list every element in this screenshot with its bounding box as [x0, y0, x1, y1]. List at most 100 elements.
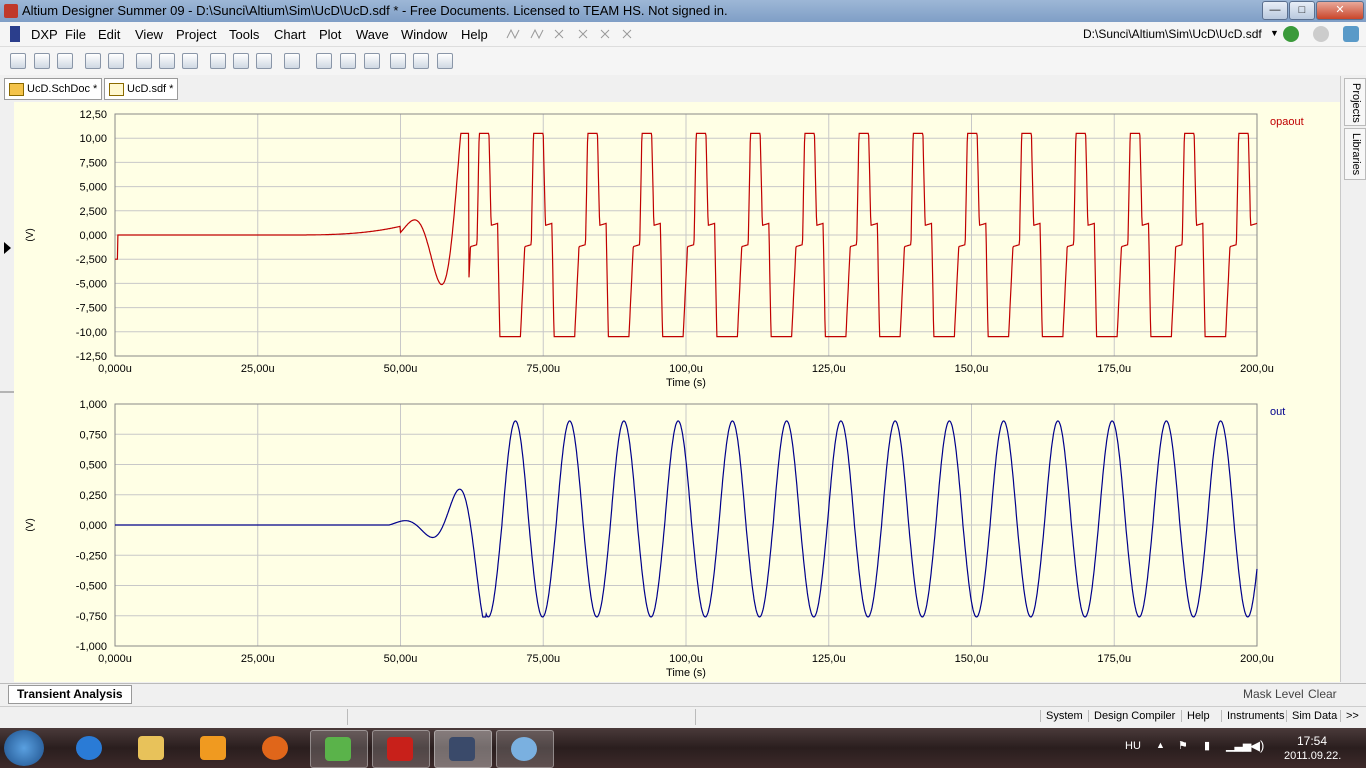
- language-indicator[interactable]: HU: [1125, 740, 1141, 752]
- menu-chart[interactable]: Chart: [274, 27, 306, 42]
- volume-icon[interactable]: ◀): [1250, 738, 1264, 754]
- plot-out[interactable]: 1,000 0,750 0,500 0,250 0,000 -0,250 -0,500 -0,…: [25, 399, 1285, 679]
- chevron-down-icon[interactable]: ▼: [1270, 28, 1279, 38]
- plot-opaout[interactable]: 12,50 10,00 7,500 5,000 2,500 0,000 -2,500 -5,0…: [25, 109, 1304, 389]
- taskbar-explorer[interactable]: [124, 730, 180, 766]
- toolbar: [0, 47, 1366, 75]
- title-bar: Altium Designer Summer 09 - D:\Sunci\Alt…: [0, 0, 1366, 22]
- taskbar-messenger[interactable]: [310, 730, 368, 768]
- cut-icon[interactable]: [210, 53, 226, 69]
- home-icon[interactable]: [1343, 26, 1359, 42]
- paste-icon[interactable]: [256, 53, 272, 69]
- y-tick-label: 0,750: [79, 429, 107, 441]
- taskbar-firefox[interactable]: [248, 730, 304, 766]
- y-tick-label: -12,50: [76, 351, 107, 363]
- side-tab-projects[interactable]: Projects: [1344, 78, 1366, 126]
- minimize-button[interactable]: —: [1262, 1, 1288, 20]
- taskbar-paint[interactable]: [496, 730, 554, 768]
- chart-icon[interactable]: [390, 53, 406, 69]
- taskbar-acrobat[interactable]: [372, 730, 430, 768]
- x-tick-label: 175,0u: [1097, 653, 1131, 665]
- status-system[interactable]: System: [1040, 710, 1088, 722]
- maximize-button[interactable]: □: [1289, 1, 1315, 20]
- remove-wave-icon[interactable]: [340, 53, 356, 69]
- clear-button[interactable]: Clear: [1308, 687, 1337, 701]
- chart-options-icon[interactable]: [413, 53, 429, 69]
- menu-window[interactable]: Window: [401, 27, 447, 42]
- mask-level-button[interactable]: Mask Level: [1243, 687, 1304, 701]
- add-wave-icon[interactable]: [316, 53, 332, 69]
- schematic-doc-icon: [9, 83, 24, 96]
- status-instruments[interactable]: Instruments: [1221, 710, 1289, 722]
- menu-wave[interactable]: Wave: [356, 27, 389, 42]
- show-hidden-icons-icon[interactable]: ▲: [1156, 740, 1165, 750]
- status-design-compiler[interactable]: Design Compiler: [1088, 710, 1180, 722]
- print-icon[interactable]: [85, 53, 101, 69]
- menu-plot[interactable]: Plot: [319, 27, 341, 42]
- check-icon[interactable]: [364, 53, 380, 69]
- messenger-icon: [325, 737, 351, 761]
- action-center-flag-icon[interactable]: ⚑: [1178, 739, 1188, 752]
- close-button[interactable]: ✕: [1316, 1, 1364, 20]
- tab-transient-analysis[interactable]: Transient Analysis: [8, 685, 132, 704]
- series-label-out[interactable]: out: [1270, 406, 1285, 418]
- save-icon[interactable]: [57, 53, 73, 69]
- back-icon[interactable]: [1283, 26, 1299, 42]
- stop-icon[interactable]: [284, 53, 300, 69]
- network-icon[interactable]: ▁▃▅: [1226, 739, 1251, 752]
- menu-tools[interactable]: Tools: [229, 27, 259, 42]
- side-tab-libraries[interactable]: Libraries: [1344, 128, 1366, 180]
- folder-icon: [138, 736, 164, 760]
- taskbar-media-player[interactable]: [186, 730, 242, 766]
- analysis-tab-bar: Transient Analysis Mask Level Clear: [0, 683, 1366, 704]
- series-label-opaout[interactable]: opaout: [1270, 116, 1304, 128]
- y-tick-label: -5,000: [76, 278, 107, 290]
- taskbar-ie[interactable]: [62, 730, 118, 766]
- x-axis-label: Time (s): [666, 667, 706, 679]
- zoom-in-icon[interactable]: [136, 53, 152, 69]
- x-tick-label: 150,0u: [955, 653, 989, 665]
- status-sim-data[interactable]: Sim Data: [1286, 710, 1342, 722]
- taskbar-altium[interactable]: [434, 730, 492, 768]
- start-button[interactable]: [4, 730, 44, 766]
- clock-time[interactable]: 17:54: [1297, 734, 1327, 748]
- path-dropdown[interactable]: D:\Sunci\Altium\Sim\UcD\UcD.sdf: [1083, 27, 1262, 41]
- tab-ucd-schdoc[interactable]: UcD.SchDoc *: [4, 78, 103, 100]
- wave-measure-toolbar: [505, 26, 641, 42]
- forward-icon[interactable]: [1313, 26, 1329, 42]
- x-tick-label: 200,0u: [1240, 363, 1274, 375]
- y-tick-label: 1,000: [79, 399, 107, 411]
- x-tick-label: 150,0u: [955, 363, 989, 375]
- window-title: Altium Designer Summer 09 - D:\Sunci\Alt…: [22, 3, 728, 18]
- x-tick-label: 100,0u: [669, 653, 703, 665]
- print-preview-icon[interactable]: [108, 53, 124, 69]
- menu-bar: DXP File Edit View Project Tools Chart P…: [0, 22, 1366, 47]
- battery-icon[interactable]: ▮: [1204, 739, 1210, 752]
- y-tick-label: -1,000: [76, 641, 107, 653]
- zoom-fit-icon[interactable]: [182, 53, 198, 69]
- open-icon[interactable]: [34, 53, 50, 69]
- status-help[interactable]: Help: [1181, 710, 1215, 722]
- y-tick-label: 10,00: [79, 133, 107, 145]
- new-icon[interactable]: [10, 53, 26, 69]
- status-more[interactable]: >>: [1340, 710, 1364, 722]
- clock-date[interactable]: 2011.09.22.: [1284, 750, 1341, 762]
- altium-app-icon: [4, 4, 18, 18]
- menu-help[interactable]: Help: [461, 27, 488, 42]
- menu-dxp[interactable]: DXP: [31, 27, 58, 42]
- menu-file[interactable]: File: [65, 27, 86, 42]
- copy-icon[interactable]: [233, 53, 249, 69]
- tab-ucd-sdf[interactable]: UcD.sdf *: [104, 78, 179, 100]
- chart-add-icon[interactable]: [437, 53, 453, 69]
- y-tick-label: -0,500: [76, 581, 107, 593]
- y-tick-label: 0,250: [79, 490, 107, 502]
- status-bar: System Design Compiler Help Instruments …: [0, 706, 1366, 729]
- menu-view[interactable]: View: [135, 27, 163, 42]
- menu-project[interactable]: Project: [176, 27, 216, 42]
- y-tick-label: 2,500: [79, 206, 107, 218]
- zoom-out-icon[interactable]: [159, 53, 175, 69]
- menu-edit[interactable]: Edit: [98, 27, 120, 42]
- y-tick-label: -2,500: [76, 254, 107, 266]
- waveform-plots[interactable]: 12,50 10,00 7,500 5,000 2,500 0,000 -2,500 -5,0…: [14, 102, 1340, 682]
- x-axis-label: Time (s): [666, 377, 706, 389]
